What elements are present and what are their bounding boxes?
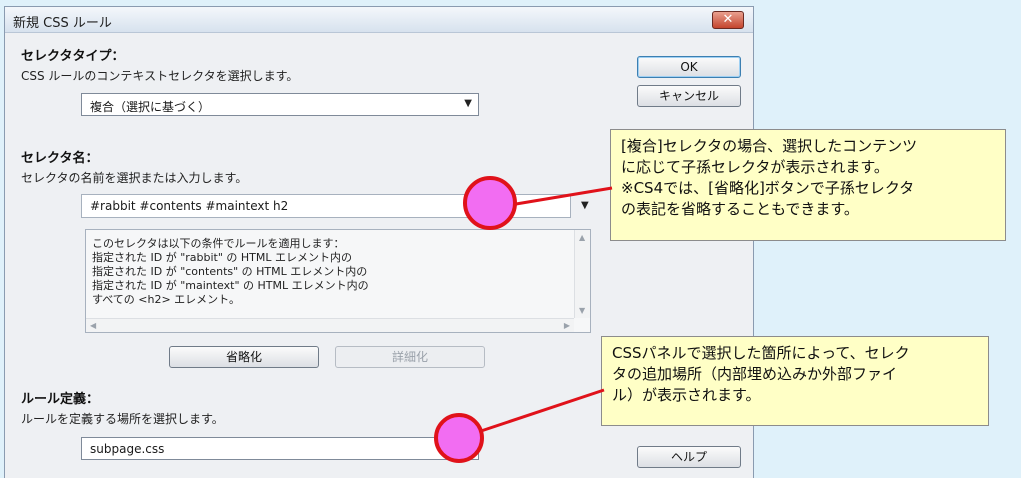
- callout-line: ル）が表示されます。: [612, 386, 761, 404]
- callout-line: CSSパネルで選択した箇所によって、セレク: [612, 344, 910, 362]
- selector-name-input[interactable]: #rabbit #contents #maintext h2: [81, 194, 571, 218]
- selector-name-hint: セレクタの名前を選択または入力します。: [21, 171, 248, 185]
- less-specific-button[interactable]: 省略化: [169, 346, 319, 368]
- help-button[interactable]: ヘルプ: [637, 446, 741, 468]
- ok-button[interactable]: OK: [637, 56, 741, 78]
- rule-definition-value: subpage.css: [90, 442, 165, 456]
- callout-line: [複合]セレクタの場合、選択したコンテンツ: [621, 137, 918, 155]
- rule-definition-callout: CSSパネルで選択した箇所によって、セレク タの追加場所（内部埋め込みか外部ファ…: [601, 336, 989, 426]
- horizontal-scrollbar[interactable]: ◀ ▶: [86, 318, 574, 332]
- scroll-left-icon[interactable]: ◀: [90, 321, 96, 330]
- selector-type-select[interactable]: 複合（選択に基づく） ▼: [81, 93, 479, 116]
- callout-line: タの追加場所（内部埋め込みか外部ファイ: [612, 365, 898, 383]
- chevron-down-icon: ▼: [464, 442, 472, 453]
- chevron-down-icon[interactable]: ▼: [581, 200, 589, 211]
- selector-name-label: セレクタ名：: [21, 151, 99, 166]
- scroll-right-icon[interactable]: ▶: [564, 321, 570, 330]
- selector-type-value: 複合（選択に基づく）: [90, 100, 211, 114]
- selector-name-callout: [複合]セレクタの場合、選択したコンテンツ に応じて子孫セレクタが表示されます。…: [610, 129, 1006, 241]
- cancel-button[interactable]: キャンセル: [637, 85, 741, 107]
- vertical-scrollbar[interactable]: ▲ ▼: [574, 230, 590, 318]
- scroll-up-icon[interactable]: ▲: [579, 233, 585, 242]
- rule-definition-label: ルール定義：: [21, 392, 100, 407]
- selector-description-box: このセレクタは以下の条件でルールを適用します： 指定された ID が "rabb…: [85, 229, 591, 333]
- close-button[interactable]: ✕: [712, 11, 744, 29]
- selector-name-value: #rabbit #contents #maintext h2: [90, 199, 289, 213]
- dialog-title: 新規 CSS ルール: [13, 16, 112, 31]
- title-bar: 新規 CSS ルール ✕: [5, 7, 753, 33]
- close-icon: ✕: [722, 12, 734, 27]
- callout-line: に応じて子孫セレクタが表示されます。: [621, 158, 889, 176]
- more-specific-button[interactable]: 詳細化: [335, 346, 485, 368]
- scroll-down-icon[interactable]: ▼: [579, 306, 585, 315]
- rule-definition-hint: ルールを定義する場所を選択します。: [21, 412, 224, 426]
- description-line: すべての <h2> エレメント。: [92, 293, 240, 306]
- selector-type-hint: CSS ルールのコンテキストセレクタを選択します。: [21, 69, 299, 83]
- selector-type-label: セレクタタイプ：: [21, 49, 125, 64]
- chevron-down-icon: ▼: [464, 98, 472, 109]
- callout-line: の表記を省略することもできます。: [621, 200, 859, 218]
- callout-line: ※CS4では、[省略化]ボタンで子孫セレクタ: [621, 179, 915, 197]
- rule-definition-select[interactable]: subpage.css ▼: [81, 437, 479, 460]
